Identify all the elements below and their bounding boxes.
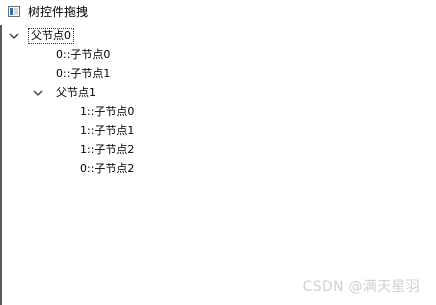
tree-item-label: 1::子节点2 <box>80 143 135 156</box>
app-window-icon <box>8 6 20 17</box>
tree-item-parent-0[interactable]: 父节点0 <box>2 27 434 45</box>
tree-item-label: 0::子节点1 <box>56 67 111 80</box>
title-bar: 树控件拖拽 <box>0 0 436 24</box>
chevron-down-icon[interactable] <box>32 87 44 99</box>
tree-item[interactable]: 1::子节点1 <box>2 122 434 140</box>
tree-item-label: 父节点0 <box>28 28 74 44</box>
tree-item-label: 0::子节点0 <box>56 48 111 61</box>
tree-item-label: 父节点1 <box>56 86 96 99</box>
tree-item[interactable]: 1::子节点0 <box>2 103 434 121</box>
chevron-down-icon[interactable] <box>8 30 20 42</box>
tree-item[interactable]: 1::子节点2 <box>2 141 434 159</box>
tree-item-parent-1[interactable]: 父节点1 <box>2 84 434 102</box>
tree-item[interactable]: 0::子节点0 <box>2 46 434 64</box>
tree-item[interactable]: 0::子节点2 <box>2 160 434 178</box>
tree-item-label: 1::子节点1 <box>80 124 135 137</box>
tree-item-label: 0::子节点2 <box>80 162 135 175</box>
watermark-text: CSDN @满天星羽 <box>302 279 420 295</box>
tree-widget[interactable]: 父节点0 0::子节点0 0::子节点1 父节点1 1::子节点0 1::子节点… <box>0 25 436 305</box>
tree-item-label: 1::子节点0 <box>80 105 135 118</box>
tree-item[interactable]: 0::子节点1 <box>2 65 434 83</box>
window-title: 树控件拖拽 <box>28 5 89 19</box>
